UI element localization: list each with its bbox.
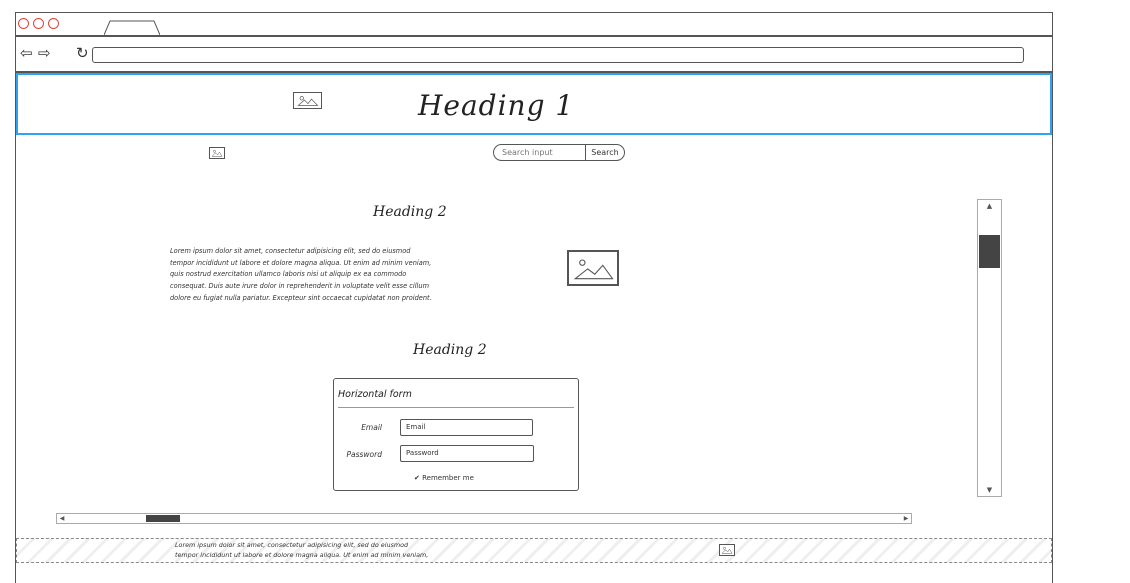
footer-paragraph: Lorem ipsum dolor sit amet, consectetur …	[175, 540, 475, 560]
password-field[interactable]: Password	[400, 445, 534, 462]
maximize-window-icon[interactable]	[48, 18, 59, 29]
search-box: Search	[493, 144, 625, 161]
scroll-down-icon[interactable]: ▼	[978, 484, 1001, 496]
paragraph-line: Lorem ipsum dolor sit amet, consectetur …	[170, 247, 411, 255]
remember-me-checkbox[interactable]: ✔ Remember me	[414, 474, 474, 482]
search-button[interactable]: Search	[586, 145, 624, 160]
vertical-scrollbar[interactable]: ▲ ▼	[977, 199, 1002, 497]
image-placeholder-icon	[719, 544, 735, 556]
page-title: Heading 1	[418, 89, 575, 122]
page-header: Heading 1	[16, 73, 1052, 135]
horizontal-form: Horizontal form Email Email Password Pas…	[333, 378, 579, 491]
paragraph-line: quis nostrud exercitation ullamco labori…	[170, 270, 407, 279]
paragraph-line: tempor incididunt ut labore et dolore ma…	[170, 258, 432, 267]
section-heading: Heading 2	[413, 342, 487, 358]
scroll-left-icon[interactable]: ◀	[57, 514, 67, 523]
section-heading: Heading 2	[373, 204, 447, 220]
body-paragraph: Lorem ipsum dolor sit amet, consectetur …	[170, 246, 460, 305]
remember-me-label: Remember me	[422, 474, 474, 482]
horizontal-scroll-thumb[interactable]	[146, 515, 180, 522]
form-title: Horizontal form	[338, 389, 412, 400]
title-bar	[16, 13, 1052, 37]
email-label: Email	[361, 423, 382, 432]
horizontal-scrollbar[interactable]: ◀ ▶	[56, 513, 912, 524]
image-placeholder-icon	[567, 250, 619, 286]
page-footer: Lorem ipsum dolor sit amet, consectetur …	[16, 538, 1052, 563]
image-placeholder-icon	[209, 147, 225, 159]
reload-icon[interactable]: ↻	[76, 46, 89, 61]
paragraph-line: dolore eu fugiat nulla pariatur. Excepte…	[170, 293, 432, 302]
paragraph-line: tempor incididunt ut labore et dolore ma…	[175, 551, 429, 559]
divider	[338, 407, 574, 408]
vertical-scroll-thumb[interactable]	[979, 235, 1000, 268]
email-field[interactable]: Email	[400, 419, 533, 436]
browser-tab[interactable]	[104, 20, 160, 35]
scroll-up-icon[interactable]: ▲	[978, 200, 1001, 212]
url-input[interactable]	[92, 47, 1024, 63]
arrow-left-icon[interactable]: ⇦	[20, 46, 33, 61]
image-placeholder-icon	[293, 92, 322, 109]
search-input[interactable]	[494, 145, 586, 160]
address-bar: ⇦ ⇨ ↻	[16, 37, 1052, 73]
checkbox-icon[interactable]: ✔	[414, 474, 420, 482]
scroll-right-icon[interactable]: ▶	[901, 514, 911, 523]
password-label: Password	[346, 450, 382, 459]
paragraph-line: Lorem ipsum dolor sit amet, consectetur …	[175, 541, 409, 549]
arrow-right-icon[interactable]: ⇨	[38, 46, 51, 61]
minimize-window-icon[interactable]	[33, 18, 44, 29]
browser-window: ⇦ ⇨ ↻ Heading 1 Search Heading 2 Lorem i…	[15, 12, 1053, 583]
close-window-icon[interactable]	[18, 18, 29, 29]
paragraph-line: consequat. Duis aute irure dolor in repr…	[170, 282, 429, 291]
